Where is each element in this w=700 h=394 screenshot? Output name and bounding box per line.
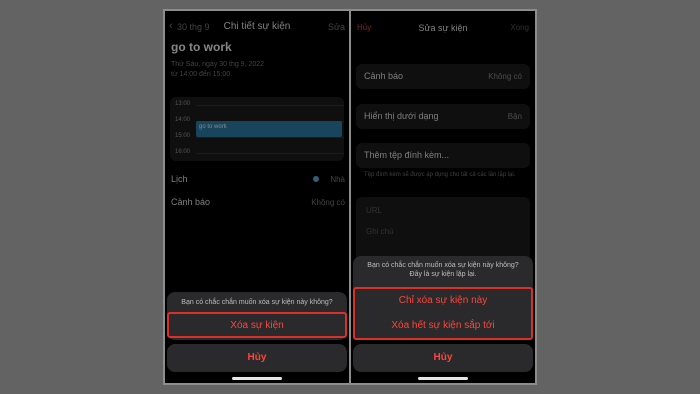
confirm-message: Bạn có chắc chắn muốn xóa sự kiện này kh… xyxy=(367,262,519,278)
highlight-box xyxy=(167,312,347,338)
edit-event-screen: Hủy Sửa sự kiện Xong Cảnh báo Không có H… xyxy=(351,11,535,383)
event-detail-screen: ‹ 30 thg 9 Chi tiết sự kiện Sửa go to wo… xyxy=(165,11,349,383)
home-indicator xyxy=(232,377,282,380)
highlight-box xyxy=(353,287,533,340)
home-indicator xyxy=(418,377,468,380)
confirm-message: Bạn có chắc chắn muốn xóa sự kiện này kh… xyxy=(181,299,333,306)
cancel-button[interactable]: Hủy xyxy=(353,344,533,372)
cancel-button[interactable]: Hủy xyxy=(167,344,347,372)
